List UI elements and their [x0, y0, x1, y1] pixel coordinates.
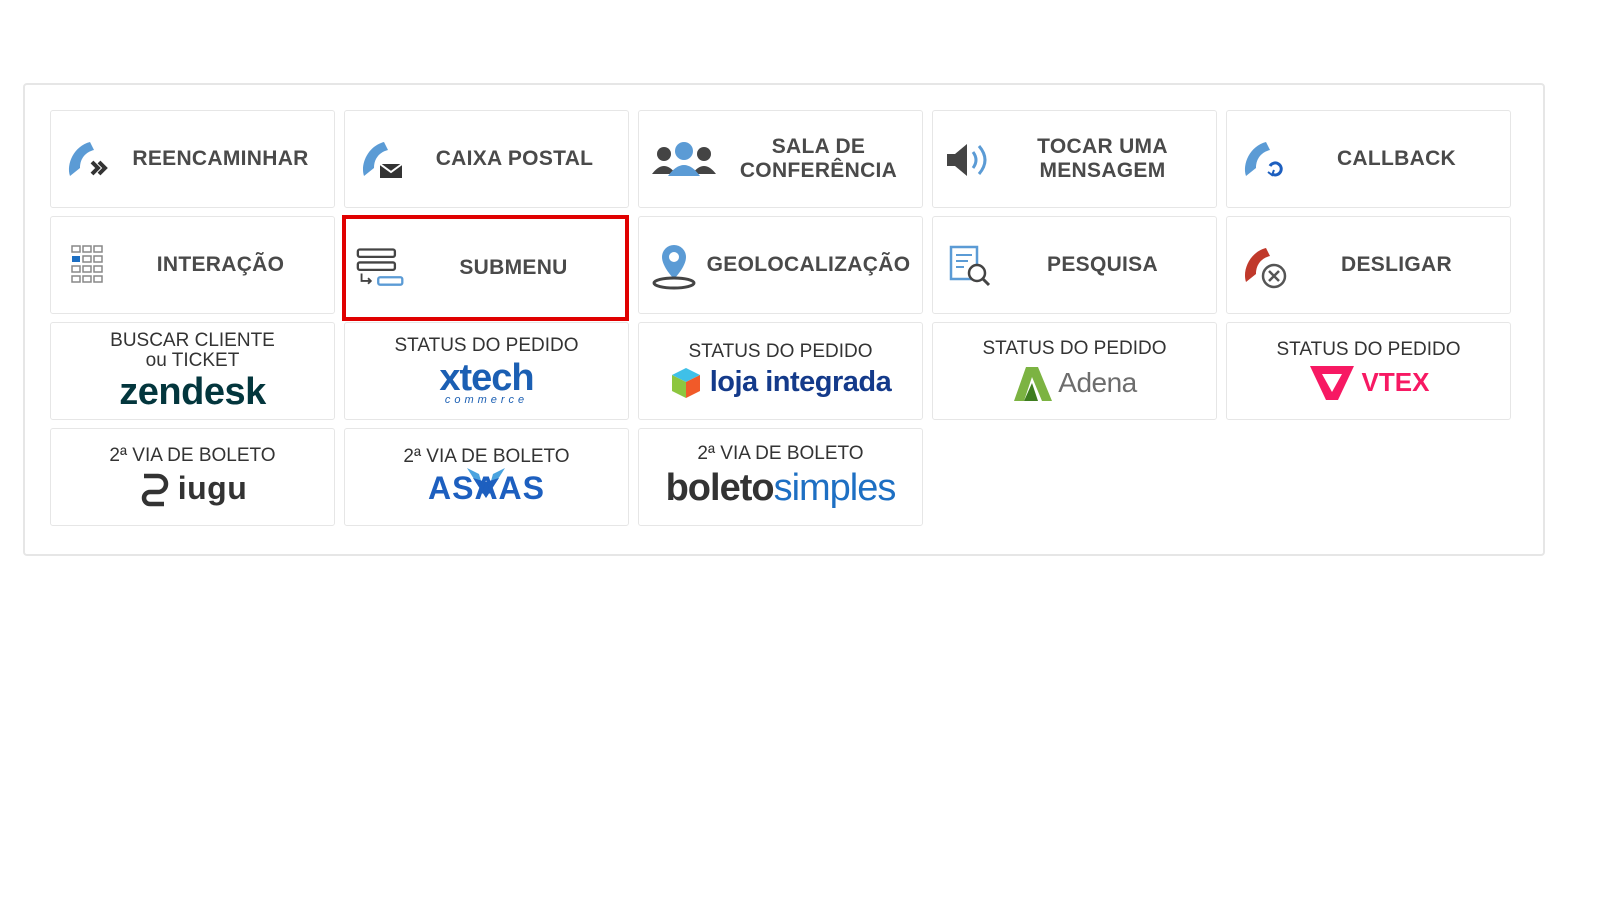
callback-label: CALLBACK — [1336, 146, 1457, 170]
zendesk-card[interactable]: BUSCAR CLIENTE ou TICKET zendesk — [50, 322, 335, 420]
keypad-icon — [63, 241, 113, 291]
adena-card[interactable]: STATUS DO PEDIDO Adena — [932, 322, 1217, 420]
caixa-postal-card[interactable]: CAIXA POSTAL — [344, 110, 629, 208]
interacao-card[interactable]: INTERAÇÃO — [50, 216, 335, 314]
iugu-card[interactable]: 2ª VIA DE BOLETO iugu — [50, 428, 335, 526]
cube-icon — [671, 367, 700, 398]
asaas-card[interactable]: 2ª VIA DE BOLETO ASAAS — [344, 428, 629, 526]
loja-integrada-card[interactable]: STATUS DO PEDIDO loja integrada — [638, 322, 923, 420]
reencaminhar-label: REENCAMINHAR — [132, 146, 309, 170]
interacao-label: INTERAÇÃO — [156, 252, 285, 276]
xtech-logo: xtech commerce — [439, 357, 534, 407]
vtex-mark-icon — [1309, 365, 1354, 400]
submenu-icon — [356, 243, 406, 293]
pesquisa-label: PESQUISA — [1047, 252, 1158, 276]
vtex-caption: STATUS DO PEDIDO — [1276, 339, 1461, 361]
loja-integrada-logo: loja integrada — [670, 366, 892, 400]
adena-caption: STATUS DO PEDIDO — [982, 338, 1167, 360]
submenu-card[interactable]: SUBMENU — [342, 215, 629, 321]
iugu-logo: iugu — [138, 470, 248, 508]
adena-logo: Adena — [1012, 363, 1137, 403]
map-pin-icon — [649, 241, 699, 291]
geolocalizacao-card[interactable]: GEOLOCALIZAÇÃO — [638, 216, 923, 314]
sala-conferencia-label: SALA DE CONFERÊNCIA — [739, 134, 898, 182]
speaker-icon — [945, 135, 995, 185]
zendesk-logo: zendesk — [119, 370, 266, 413]
callback-card[interactable]: CALLBACK — [1226, 110, 1511, 208]
loja-integrada-caption: STATUS DO PEDIDO — [688, 341, 873, 363]
pesquisa-card[interactable]: PESQUISA — [932, 216, 1217, 314]
geolocalizacao-label: GEOLOCALIZAÇÃO — [706, 252, 911, 276]
asaas-caption: 2ª VIA DE BOLETO — [403, 445, 570, 467]
people-group-icon — [649, 135, 719, 185]
phone-forward-icon — [63, 135, 113, 185]
tocar-mensagem-card[interactable]: TOCAR UMA MENSAGEM — [932, 110, 1217, 208]
desligar-card[interactable]: DESLIGAR — [1226, 216, 1511, 314]
sala-conferencia-card[interactable]: SALA DE CONFERÊNCIA — [638, 110, 923, 208]
vtex-logo: VTEX — [1308, 364, 1429, 402]
phone-callback-icon — [1239, 135, 1289, 185]
zendesk-caption-line2: ou TICKET — [145, 350, 240, 371]
phone-hangup-icon — [1239, 241, 1289, 291]
iugu-caption: 2ª VIA DE BOLETO — [109, 445, 276, 467]
asaas-logo: ASAAS — [428, 468, 545, 507]
xtech-caption: STATUS DO PEDIDO — [394, 334, 579, 356]
submenu-label: SUBMENU — [459, 255, 568, 279]
boleto-simples-card[interactable]: 2ª VIA DE BOLETO boleto simples — [638, 428, 923, 526]
vtex-card[interactable]: STATUS DO PEDIDO VTEX — [1226, 322, 1511, 420]
boleto-simples-logo: boleto simples — [665, 467, 897, 510]
xtech-card[interactable]: STATUS DO PEDIDO xtech commerce — [344, 322, 629, 420]
reencaminhar-card[interactable]: REENCAMINHAR — [50, 110, 335, 208]
iugu-mark-icon — [141, 473, 168, 507]
zendesk-caption-line1: BUSCAR CLIENTE — [110, 330, 275, 352]
phone-mail-icon — [357, 135, 407, 185]
caixa-postal-label: CAIXA POSTAL — [435, 146, 594, 170]
tocar-mensagem-label: TOCAR UMA MENSAGEM — [1037, 134, 1168, 182]
desligar-label: DESLIGAR — [1341, 252, 1452, 276]
document-search-icon — [945, 241, 995, 291]
adena-mark-icon — [1014, 366, 1053, 401]
boleto-simples-caption: 2ª VIA DE BOLETO — [697, 442, 864, 464]
